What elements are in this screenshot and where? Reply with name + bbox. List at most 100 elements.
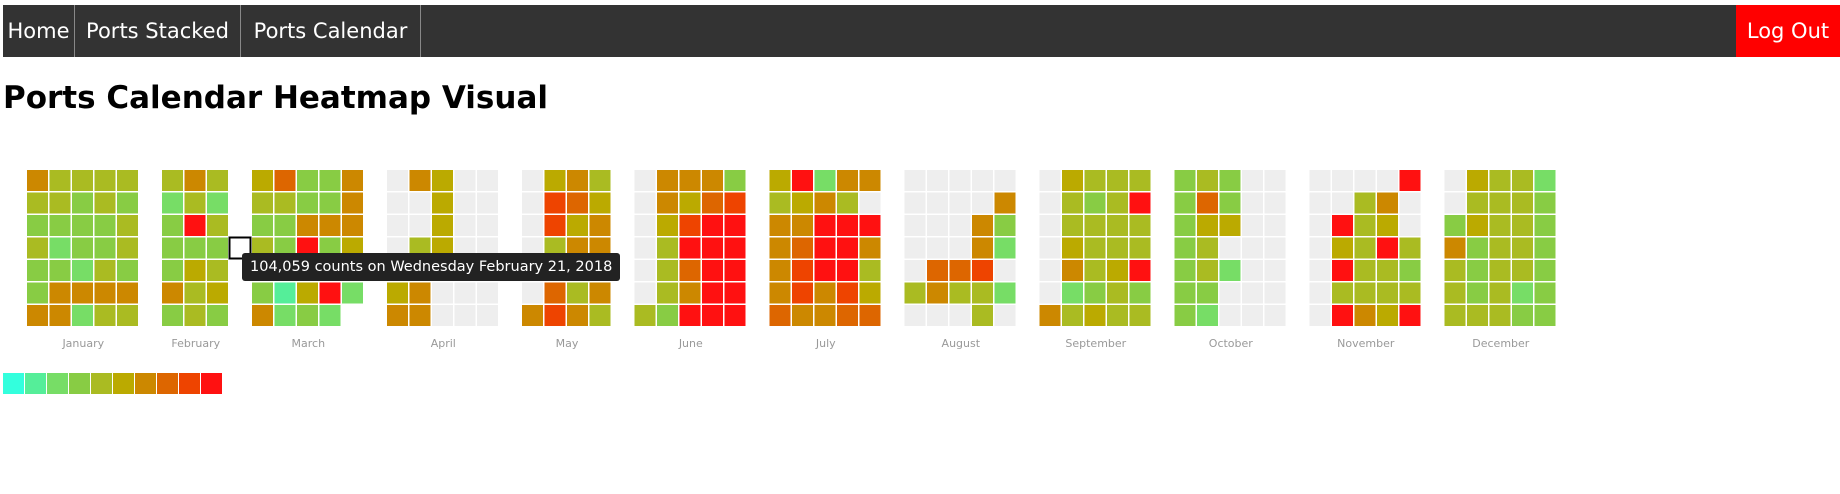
day-cell[interactable] <box>837 215 858 236</box>
day-cell[interactable] <box>1512 305 1533 326</box>
day-cell[interactable] <box>1332 305 1353 326</box>
day-cell[interactable] <box>1309 192 1331 214</box>
day-cell[interactable] <box>1174 260 1196 281</box>
day-cell[interactable] <box>1512 215 1533 236</box>
day-cell[interactable] <box>1264 305 1286 326</box>
day-cell[interactable] <box>72 237 93 259</box>
day-cell[interactable] <box>814 282 836 304</box>
day-cell[interactable] <box>1534 237 1556 259</box>
day-cell[interactable] <box>949 192 971 214</box>
day-cell[interactable] <box>702 215 723 236</box>
day-cell[interactable] <box>634 215 656 236</box>
day-cell[interactable] <box>1332 192 1353 214</box>
day-cell[interactable] <box>1242 282 1263 304</box>
day-cell[interactable] <box>1197 260 1218 281</box>
day-cell[interactable] <box>184 260 206 281</box>
day-cell[interactable] <box>702 237 723 259</box>
day-cell[interactable] <box>657 215 678 236</box>
day-cell[interactable] <box>544 170 566 191</box>
day-cell[interactable] <box>814 170 836 191</box>
day-cell[interactable] <box>657 282 678 304</box>
day-cell[interactable] <box>184 305 206 326</box>
day-cell[interactable] <box>1219 170 1241 191</box>
day-cell[interactable] <box>1354 282 1376 304</box>
day-cell[interactable] <box>904 192 926 214</box>
day-cell[interactable] <box>567 282 588 304</box>
day-cell[interactable] <box>94 260 116 281</box>
day-cell[interactable] <box>117 282 138 304</box>
day-cell[interactable] <box>387 282 408 304</box>
day-cell[interactable] <box>94 237 116 259</box>
day-cell[interactable] <box>972 282 993 304</box>
day-cell[interactable] <box>1084 170 1106 191</box>
day-cell[interactable] <box>1512 192 1533 214</box>
day-cell[interactable] <box>1084 282 1106 304</box>
day-cell[interactable] <box>1332 237 1353 259</box>
day-cell[interactable] <box>724 282 746 304</box>
day-cell[interactable] <box>1467 260 1488 281</box>
day-cell[interactable] <box>1309 170 1331 191</box>
day-cell[interactable] <box>1489 170 1511 191</box>
day-cell[interactable] <box>994 282 1016 304</box>
day-cell[interactable] <box>1332 260 1353 281</box>
day-cell[interactable] <box>1219 260 1241 281</box>
day-cell[interactable] <box>1534 282 1556 304</box>
day-cell[interactable] <box>1219 192 1241 214</box>
day-cell[interactable] <box>927 282 948 304</box>
day-cell[interactable] <box>724 170 746 191</box>
day-cell[interactable] <box>1444 192 1466 214</box>
day-cell[interactable] <box>184 282 206 304</box>
day-cell[interactable] <box>1309 282 1331 304</box>
day-cell[interactable] <box>589 282 611 304</box>
day-cell[interactable] <box>1354 237 1376 259</box>
day-cell[interactable] <box>432 215 453 236</box>
day-cell[interactable] <box>837 170 858 191</box>
day-cell[interactable] <box>859 260 881 281</box>
day-cell[interactable] <box>1197 170 1218 191</box>
day-cell[interactable] <box>679 170 701 191</box>
day-cell[interactable] <box>1467 305 1488 326</box>
day-cell[interactable] <box>814 237 836 259</box>
day-cell[interactable] <box>1489 237 1511 259</box>
day-cell[interactable] <box>72 215 93 236</box>
day-cell[interactable] <box>117 215 138 236</box>
day-cell[interactable] <box>1062 282 1083 304</box>
day-cell[interactable] <box>252 215 273 236</box>
day-cell[interactable] <box>1242 237 1263 259</box>
day-cell[interactable] <box>1039 282 1061 304</box>
day-cell[interactable] <box>162 215 183 236</box>
day-cell[interactable] <box>859 192 881 214</box>
day-cell[interactable] <box>724 192 746 214</box>
day-cell[interactable] <box>72 192 93 214</box>
logout-button[interactable]: Log Out <box>1736 5 1840 57</box>
day-cell[interactable] <box>207 305 228 326</box>
day-cell[interactable] <box>409 305 431 326</box>
day-cell[interactable] <box>297 215 318 236</box>
day-cell[interactable] <box>927 305 948 326</box>
day-cell[interactable] <box>1444 215 1466 236</box>
day-cell[interactable] <box>1062 260 1083 281</box>
day-cell[interactable] <box>1107 170 1128 191</box>
day-cell[interactable] <box>319 282 341 304</box>
day-cell[interactable] <box>1467 237 1488 259</box>
day-cell[interactable] <box>1062 170 1083 191</box>
day-cell[interactable] <box>1129 260 1151 281</box>
day-cell[interactable] <box>994 305 1016 326</box>
day-cell[interactable] <box>1174 282 1196 304</box>
day-cell[interactable] <box>72 260 93 281</box>
day-cell[interactable] <box>1399 237 1421 259</box>
day-cell[interactable] <box>1129 170 1151 191</box>
day-cell[interactable] <box>634 192 656 214</box>
day-cell[interactable] <box>1084 305 1106 326</box>
day-cell[interactable] <box>1107 305 1128 326</box>
day-cell[interactable] <box>1377 305 1398 326</box>
day-cell[interactable] <box>1444 282 1466 304</box>
day-cell[interactable] <box>274 282 296 304</box>
day-cell[interactable] <box>837 305 858 326</box>
day-cell[interactable] <box>1354 260 1376 281</box>
day-cell[interactable] <box>792 215 813 236</box>
day-cell[interactable] <box>544 215 566 236</box>
day-cell[interactable] <box>1309 260 1331 281</box>
day-cell[interactable] <box>792 282 813 304</box>
day-cell[interactable] <box>904 305 926 326</box>
